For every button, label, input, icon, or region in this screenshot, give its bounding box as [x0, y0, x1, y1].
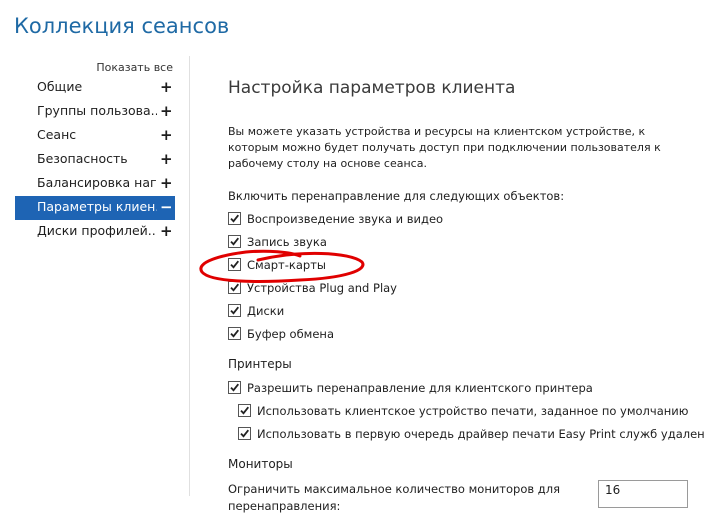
checkbox-pnp-devices[interactable]: [228, 281, 241, 294]
checkbox-audio-recording[interactable]: [228, 235, 241, 248]
nav-item-label: Группы пользова...: [37, 103, 157, 118]
checkmark-icon: [240, 429, 250, 438]
printers-heading: Принтеры: [228, 357, 292, 371]
checkmark-icon: [230, 237, 240, 246]
window-title: Коллекция сеансов: [14, 14, 230, 38]
nav-item-label: Диски профилей...: [37, 223, 157, 238]
expand-plus-icon: +: [160, 78, 173, 96]
nav-item-label: Общие: [37, 79, 83, 94]
checkbox-easy-print[interactable]: [238, 427, 251, 440]
expand-plus-icon: +: [160, 174, 173, 192]
checkmark-icon: [230, 383, 240, 392]
checkbox-clipboard[interactable]: [228, 327, 241, 340]
checkmark-icon: [230, 214, 240, 223]
nav-item-load-balancing[interactable]: Балансировка наг... +: [15, 172, 175, 196]
sidebar-nav: Общие + Группы пользова... + Сеанс + Без…: [15, 76, 175, 244]
checkbox-default-printer[interactable]: [238, 404, 251, 417]
expand-plus-icon: +: [160, 102, 173, 120]
monitors-limit-label: Ограничить максимальное количество монит…: [228, 482, 561, 513]
sidebar-divider: [189, 56, 190, 496]
expand-plus-icon: +: [160, 150, 173, 168]
nav-item-security[interactable]: Безопасность +: [15, 148, 175, 172]
monitors-heading: Мониторы: [228, 457, 293, 471]
checkbox-label: Использовать клиентское устройство печат…: [257, 404, 689, 418]
collapse-minus-icon: −: [160, 198, 173, 216]
monitors-count-input[interactable]: 16: [598, 480, 688, 508]
nav-item-label: Параметры клиен...: [37, 199, 157, 214]
section-title: Настройка параметров клиента: [228, 78, 516, 98]
show-all-link[interactable]: Показать все: [92, 61, 173, 74]
checkbox-label: Буфер обмена: [247, 327, 335, 341]
redirect-heading: Включить перенаправление для следующих о…: [228, 189, 565, 203]
nav-item-label: Балансировка наг...: [37, 175, 157, 190]
checkmark-icon: [230, 283, 240, 292]
checkmark-icon: [230, 260, 240, 269]
expand-plus-icon: +: [160, 222, 173, 240]
nav-item-general[interactable]: Общие +: [15, 76, 175, 100]
checkbox-label: Разрешить перенаправление для клиентског…: [247, 381, 593, 395]
nav-item-client-settings[interactable]: Параметры клиен... −: [15, 196, 175, 220]
nav-item-profile-disks[interactable]: Диски профилей... +: [15, 220, 175, 244]
checkbox-label: Воспроизведение звука и видео: [247, 212, 444, 226]
checkbox-smart-cards[interactable]: [228, 258, 241, 271]
nav-item-label: Сеанс: [37, 127, 77, 142]
nav-item-user-groups[interactable]: Группы пользова... +: [15, 100, 175, 124]
expand-plus-icon: +: [160, 126, 173, 144]
checkbox-label: Использовать в первую очередь драйвер пе…: [257, 427, 704, 441]
checkbox-audio-video[interactable]: [228, 212, 241, 225]
checkbox-label: Диски: [247, 304, 285, 318]
section-description: Вы можете указать устройства и ресурсы н…: [228, 125, 661, 170]
checkmark-icon: [240, 406, 250, 415]
nav-item-label: Безопасность: [37, 151, 128, 166]
checkbox-client-printer[interactable]: [228, 381, 241, 394]
checkmark-icon: [230, 329, 240, 338]
nav-item-session[interactable]: Сеанс +: [15, 124, 175, 148]
settings-panel: Настройка параметров клиента Вы можете у…: [228, 0, 704, 516]
checkbox-label: Смарт-карты: [247, 258, 326, 272]
checkmark-icon: [230, 306, 240, 315]
checkbox-drives[interactable]: [228, 304, 241, 317]
checkbox-label: Запись звука: [247, 235, 327, 249]
checkbox-label: Устройства Plug and Play: [247, 281, 397, 295]
